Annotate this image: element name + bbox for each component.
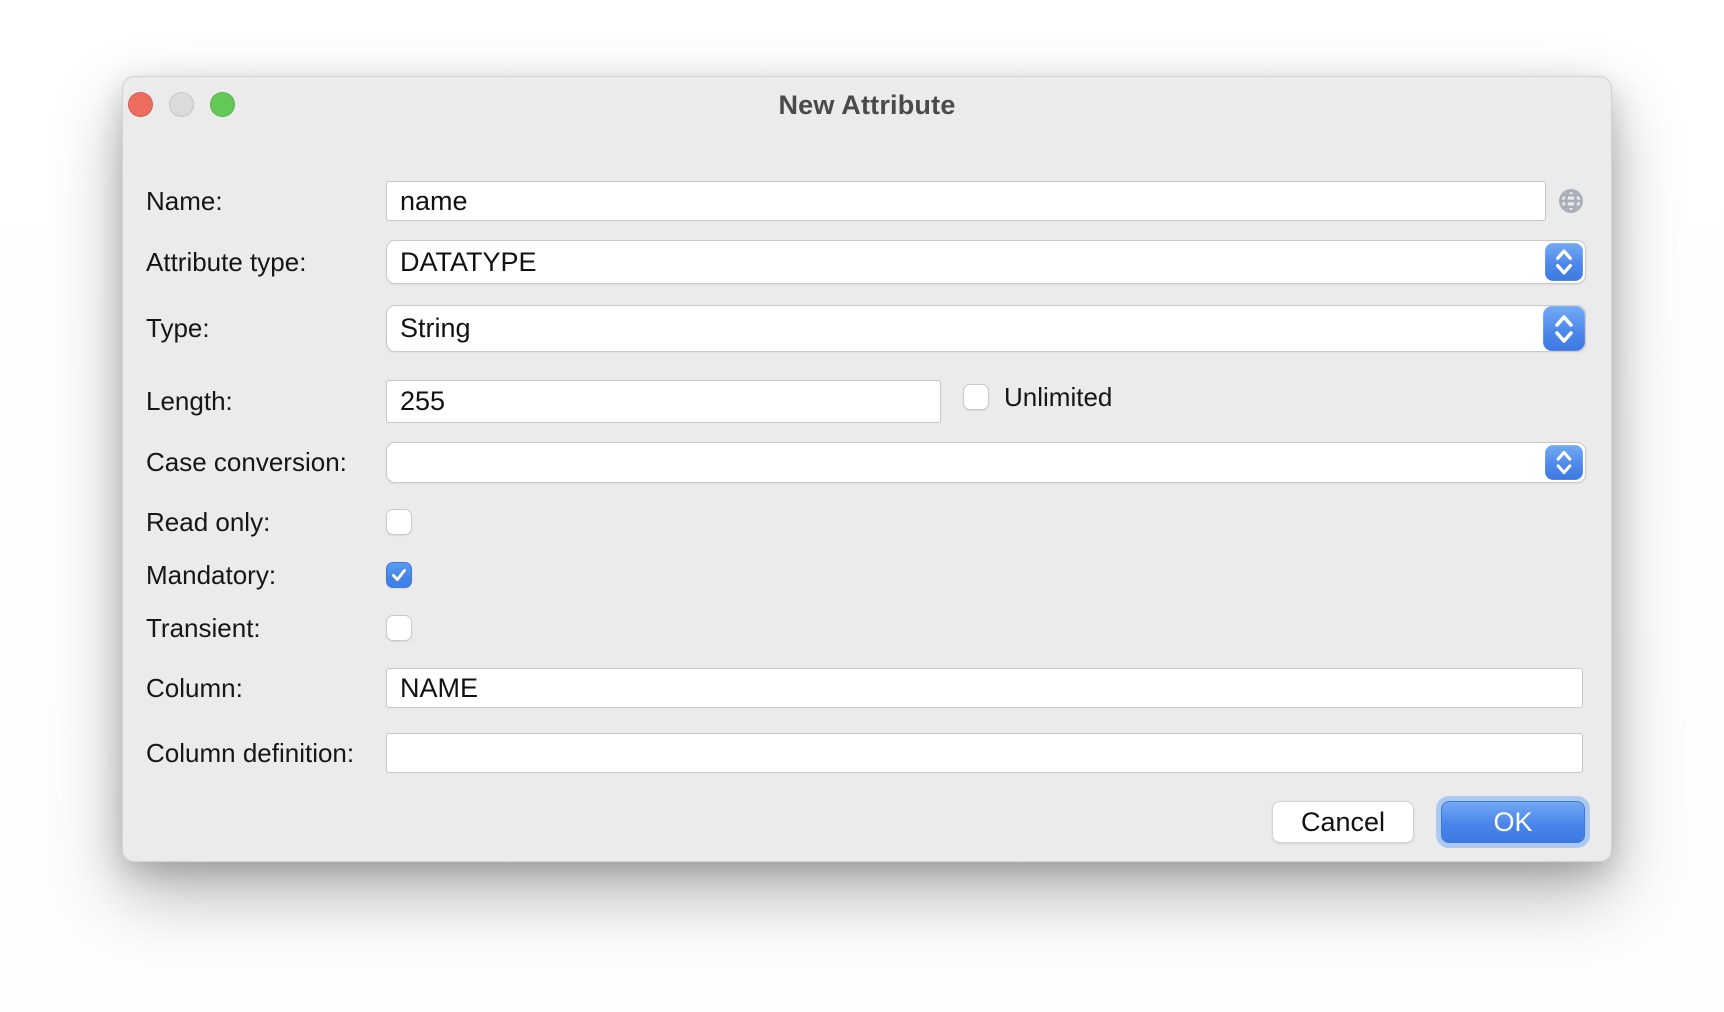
type-popup[interactable]: String <box>386 305 1586 352</box>
length-input[interactable] <box>386 380 941 423</box>
attribute-type-stepper-icon[interactable] <box>1545 243 1583 281</box>
attribute-type-combobox[interactable]: DATATYPE <box>386 240 1586 284</box>
name-label: Name: <box>146 181 223 221</box>
transient-checkbox[interactable] <box>386 615 412 641</box>
type-value: String <box>400 306 471 351</box>
read-only-label: Read only: <box>146 509 270 535</box>
globe-icon <box>1557 187 1585 215</box>
mandatory-label: Mandatory: <box>146 562 276 588</box>
attribute-type-label: Attribute type: <box>146 240 306 284</box>
unlimited-label: Unlimited <box>1004 384 1112 410</box>
column-definition-input[interactable] <box>386 733 1583 773</box>
check-icon <box>388 564 410 586</box>
unlimited-checkbox[interactable] <box>963 384 989 410</box>
case-conversion-combobox[interactable] <box>386 442 1586 483</box>
case-conversion-stepper-icon[interactable] <box>1545 445 1583 480</box>
column-definition-label: Column definition: <box>146 733 354 773</box>
name-input[interactable] <box>386 181 1546 221</box>
cancel-button[interactable]: Cancel <box>1272 801 1414 843</box>
length-label: Length: <box>146 380 233 423</box>
desktop-background: New Attribute Name: Attribute type: DATA… <box>0 0 1724 1012</box>
transient-label: Transient: <box>146 615 261 642</box>
type-label: Type: <box>146 305 210 352</box>
ok-button[interactable]: OK <box>1441 801 1585 843</box>
new-attribute-dialog: New Attribute Name: Attribute type: DATA… <box>122 76 1612 862</box>
dialog-title: New Attribute <box>123 90 1611 121</box>
attribute-type-value: DATATYPE <box>400 241 537 283</box>
column-label: Column: <box>146 668 243 708</box>
case-conversion-label: Case conversion: <box>146 442 347 483</box>
column-input[interactable] <box>386 668 1583 708</box>
mandatory-checkbox[interactable] <box>386 562 412 588</box>
type-stepper-icon[interactable] <box>1543 306 1585 351</box>
titlebar: New Attribute <box>123 77 1611 133</box>
read-only-checkbox[interactable] <box>386 509 412 535</box>
